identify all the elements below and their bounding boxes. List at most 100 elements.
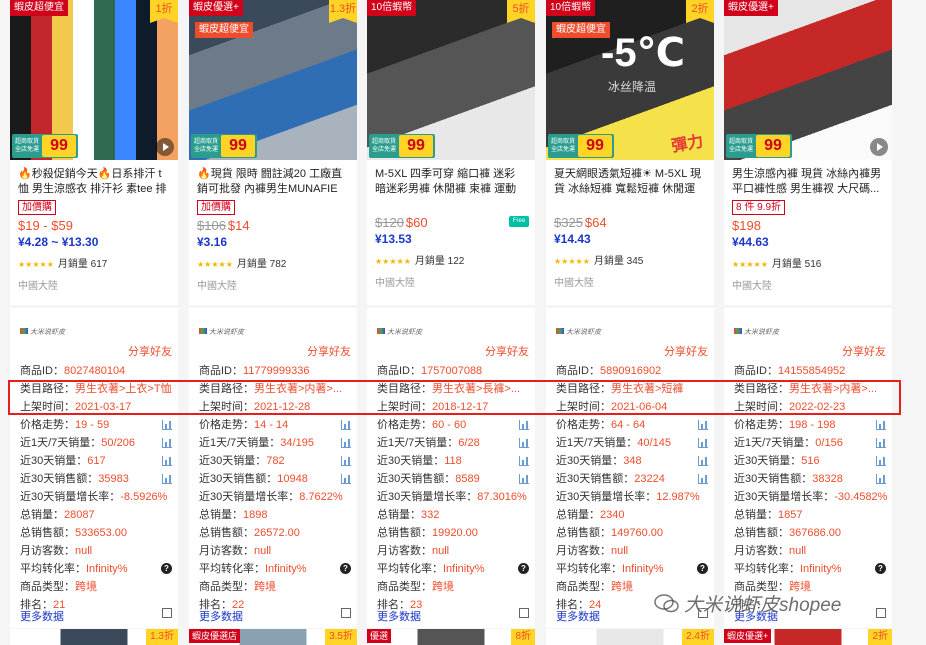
listing-page: 蝦皮超便宜 1折 超商取貨 全店免運 99 🔥秒殺促銷今天🔥日系排汗 t恤 男生涼感衣 … (0, 0, 926, 645)
bar-chart-icon[interactable] (341, 456, 351, 466)
product-card-partial[interactable]: 蝦皮優選店 3.5折 (189, 629, 357, 645)
help-icon[interactable]: ? (518, 563, 529, 574)
help-icon[interactable]: ? (697, 563, 708, 574)
product-card[interactable]: 10倍蝦幣 蝦皮超便宜 2折 -5℃ 冰丝降温 彈力 超商取貨 全店免運 99 夏天網眼透氣短褲… (546, 0, 714, 305)
discount-badge: 2折 (868, 629, 892, 645)
monthly-visitors-label: 月访客数： (199, 545, 254, 557)
product-card[interactable]: 蝦皮超便宜 1折 超商取貨 全店免運 99 🔥秒殺促銷今天🔥日系排汗 t恤 男生涼感衣 … (10, 0, 178, 305)
product-type-value: 跨境 (611, 581, 633, 593)
avg-conversion: 平均转化率：Infinity% (556, 562, 664, 576)
play-video-icon[interactable] (156, 138, 174, 156)
category-path-label: 类目路径： (20, 383, 75, 395)
product-card-partial[interactable]: 優選 8折 (367, 629, 535, 645)
product-card-partial[interactable]: 1.3折 (10, 629, 178, 645)
product-title[interactable]: 夏天網眼透氣短褲☀ M-5XL 現貨 冰絲短褲 寬鬆短褲 休閒運動... (546, 160, 714, 197)
monthly-sales: ★★★★★ 月銷量 516 (724, 250, 892, 272)
category-path-value: 男生衣著>内著>... (789, 383, 878, 395)
bar-chart-icon[interactable] (698, 456, 708, 466)
select-checkbox[interactable] (519, 608, 529, 618)
product-card-partial[interactable]: 2.4折 (546, 629, 714, 645)
bar-chart-icon[interactable] (519, 456, 529, 466)
sales-30d: 近30天销量：118 (377, 454, 462, 468)
select-checkbox[interactable] (341, 608, 351, 618)
bar-chart-icon[interactable] (162, 456, 172, 466)
bar-chart-icon[interactable] (876, 474, 886, 484)
product-thumbnail[interactable]: 蝦皮優選+ 超商取貨 全店免運 99 (724, 0, 892, 160)
product-price: $325 $64 (546, 212, 714, 231)
plugin-logo: 大米说虾皮 (556, 328, 602, 338)
product-id: 商品ID：8027480104 (20, 364, 125, 378)
product-title[interactable]: 🔥現貨 限時 闘註減20 工廠直銷可批發 內褲男生MUNAFIE凶... (189, 160, 357, 197)
product-thumbnail[interactable]: 10倍蝦幣 蝦皮超便宜 2折 -5℃ 冰丝降温 彈力 超商取貨 全店免運 99 (546, 0, 714, 160)
bar-chart-icon[interactable] (876, 456, 886, 466)
launch-date-value: 2021-03-17 (75, 401, 132, 413)
share-button[interactable]: 分享好友 (307, 343, 351, 359)
more-data-link[interactable]: 更多数据 (377, 608, 421, 624)
product-thumbnail[interactable]: 蝦皮超便宜 1折 超商取貨 全店免運 99 (10, 0, 178, 160)
product-card[interactable]: 10倍蝦幣 5折 超商取貨 全店免運 99 M-5XL 四季可穿 縮口褲 迷彩 暗迷彩男… (367, 0, 535, 305)
bar-chart-icon[interactable] (519, 474, 529, 484)
bar-chart-icon[interactable] (341, 474, 351, 484)
bar-chart-icon[interactable] (341, 420, 351, 430)
category-path-label: 类目路径： (199, 383, 254, 395)
product-price: $106 $14 (189, 215, 357, 234)
avg-conversion-value: Infinity% (800, 563, 842, 575)
bar-chart-icon[interactable] (698, 420, 708, 430)
free-shipping-promo: 超商取貨 全店免運 99 (369, 134, 435, 158)
bar-chart-icon[interactable] (162, 420, 172, 430)
share-button[interactable]: 分享好友 (842, 343, 886, 359)
total-sales-label: 总销量： (556, 509, 600, 521)
product-card[interactable]: 蝦皮優選+ 蝦皮超便宜 1.3折 超商取貨 全店免運 99 🔥現貨 限時 闘註減20 工廠… (189, 0, 357, 305)
product-stats-panel: 大米说虾皮 分享好友 商品ID：5890916902 类目路径：男生衣著>短褲 上架时间… (546, 308, 714, 628)
share-button[interactable]: 分享好友 (128, 343, 172, 359)
bar-chart-icon[interactable] (698, 474, 708, 484)
launch-date-label: 上架时间： (20, 401, 75, 413)
monthly-sales: ★★★★★ 月銷量 782 (189, 250, 357, 272)
category-path-value: 男生衣著>上衣>T恤 (75, 383, 172, 395)
product-stats-panel: 大米说虾皮 分享好友 商品ID：14155854952 类目路径：男生衣著>内著>..… (724, 308, 892, 628)
price-trend: 价格走势：60 - 60 (377, 418, 466, 432)
product-stats-panel: 大米说虾皮分享好友 商品ID：8027480104 类目路径：男生衣著>上衣>T恤上… (10, 308, 178, 628)
product-thumbnail[interactable]: 蝦皮優選+ 蝦皮超便宜 1.3折 超商取貨 全店免運 99 (189, 0, 357, 160)
select-checkbox[interactable] (162, 608, 172, 618)
product-thumbnail[interactable]: 10倍蝦幣 5折 超商取貨 全店免運 99 (367, 0, 535, 160)
bar-chart-icon[interactable] (162, 438, 172, 448)
plugin-logo: 大米说虾皮 (20, 328, 66, 338)
sales-growth-30d-value: -8.5926% (120, 491, 168, 503)
help-icon[interactable]: ? (340, 563, 351, 574)
bar-chart-icon[interactable] (341, 438, 351, 448)
launch-date-value: 2018-12-17 (432, 401, 489, 413)
product-title[interactable]: 男生涼感內褲 現貨 冰絲內褲男 平口褲性感 男生褲衩 大尺碼... (724, 160, 892, 197)
category-path: 类目路径：男生衣著>短褲 (556, 382, 683, 396)
bar-chart-icon[interactable] (162, 474, 172, 484)
more-data-link[interactable]: 更多数据 (556, 608, 600, 624)
product-card-partial[interactable]: 蝦皮優選+ 2折 (724, 629, 892, 645)
more-data-link[interactable]: 更多数据 (199, 608, 243, 624)
share-button[interactable]: 分享好友 (485, 343, 529, 359)
product-title[interactable]: 🔥秒殺促銷今天🔥日系排汗 t恤 男生涼感衣 排汗衫 素tee 排汗... (10, 160, 178, 197)
bar-chart-icon[interactable] (876, 420, 886, 430)
bar-chart-icon[interactable] (519, 420, 529, 430)
sale-price: $14 (227, 218, 250, 233)
share-button[interactable]: 分享好友 (664, 343, 708, 359)
bar-chart-icon[interactable] (519, 438, 529, 448)
product-title[interactable]: M-5XL 四季可穿 縮口褲 迷彩 暗迷彩男褲 休閒褲 束褲 運動褲 ... (367, 160, 535, 197)
avg-conversion-label: 平均转化率： (20, 563, 86, 575)
help-icon[interactable]: ? (161, 563, 172, 574)
total-revenue: 总销售额：26572.00 (199, 526, 300, 540)
play-video-icon[interactable] (870, 138, 888, 156)
free-shipping-promo: 超商取貨 全店免運 99 (12, 134, 78, 158)
product-card[interactable]: 蝦皮優選+ 超商取貨 全店免運 99 男生涼感內褲 現貨 冰絲內褲男 平口褲性感 男生… (724, 0, 892, 305)
bar-chart-icon[interactable] (876, 438, 886, 448)
bar-chart-icon[interactable] (698, 438, 708, 448)
price-trend: 价格走势：64 - 64 (556, 418, 645, 432)
promo-number: 99 (756, 135, 790, 157)
category-path-value: 男生衣著>内著>... (254, 383, 343, 395)
select-checkbox[interactable] (876, 608, 886, 618)
total-sales: 总销量：2340 (556, 508, 624, 522)
total-revenue-label: 总销售额： (377, 527, 432, 539)
total-revenue-label: 总销售额： (20, 527, 75, 539)
more-data-link[interactable]: 更多数据 (20, 608, 64, 624)
help-icon[interactable]: ? (875, 563, 886, 574)
price-trend-value: 198 - 198 (789, 419, 836, 431)
